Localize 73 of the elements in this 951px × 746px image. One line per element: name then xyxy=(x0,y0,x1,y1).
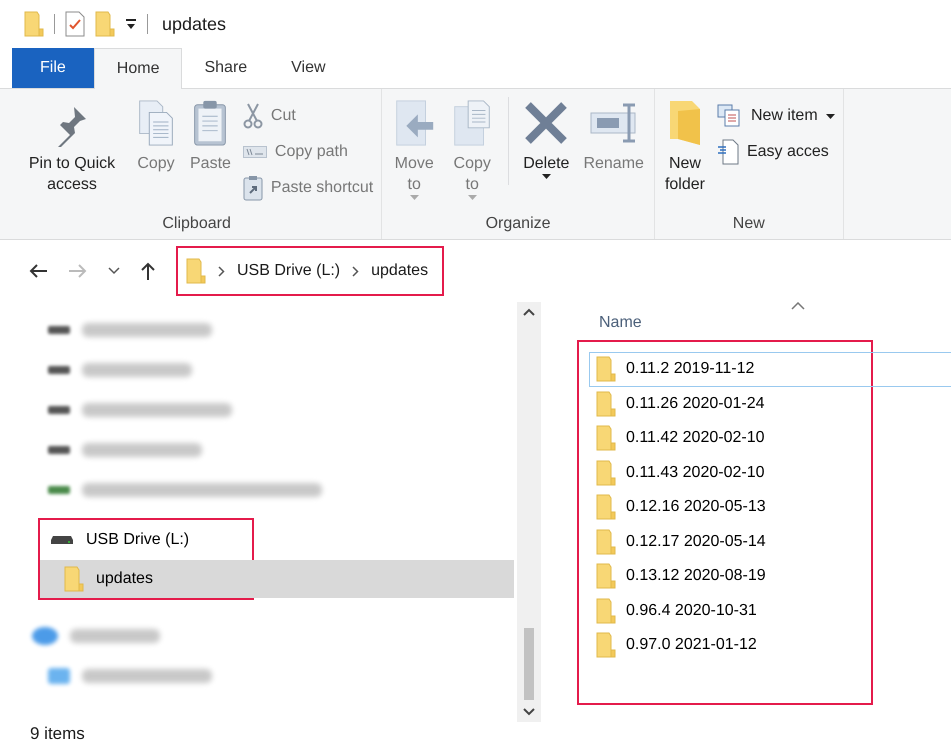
recent-locations-button[interactable] xyxy=(108,267,120,275)
folder-icon xyxy=(596,460,616,486)
chevron-icon xyxy=(352,266,360,276)
address-bar[interactable]: USB Drive (L:) updates xyxy=(176,246,444,296)
dropdown-caret-icon xyxy=(826,114,835,118)
scrollbar[interactable] xyxy=(517,302,541,722)
window-title: updates xyxy=(162,14,226,34)
dropdown-caret-icon xyxy=(410,195,419,200)
group-label: Clipboard xyxy=(161,215,232,234)
file-row[interactable]: 0.11.42 2020-02-10 xyxy=(589,421,861,456)
scroll-thumb[interactable] xyxy=(524,628,534,700)
dropdown-icon[interactable] xyxy=(125,18,137,30)
file-row[interactable]: 0.12.16 2020-05-13 xyxy=(589,490,861,524)
nav-item[interactable]: updates xyxy=(40,560,514,598)
ribbon-button[interactable]: New item xyxy=(714,101,837,131)
folder-icon xyxy=(596,632,616,658)
folder-icon xyxy=(24,11,44,37)
file-row[interactable]: 0.11.43 2020-02-10 xyxy=(589,456,861,490)
copy-icon xyxy=(136,99,176,147)
ribbon-button[interactable]: Delete xyxy=(519,97,574,215)
network-drive-icon xyxy=(48,486,70,494)
clipboard-icon xyxy=(192,99,228,147)
chevron-icon xyxy=(218,266,225,276)
ribbon-button[interactable]: New folder xyxy=(660,97,709,215)
properties-icon[interactable] xyxy=(65,11,85,37)
ribbon-tab[interactable]: Share xyxy=(182,48,270,88)
nav-item[interactable]: USB Drive (L:) xyxy=(40,520,252,560)
scissors-icon xyxy=(242,103,263,129)
network-icon xyxy=(32,627,58,645)
breadcrumb[interactable]: USB Drive (L:) xyxy=(237,262,340,280)
folder-icon xyxy=(596,598,616,624)
folder-icon xyxy=(596,390,616,417)
paste-shortcut-icon xyxy=(242,175,263,201)
folder-icon xyxy=(596,563,616,590)
new-folder-icon xyxy=(95,11,115,37)
ribbon-button[interactable]: Easy acces xyxy=(714,137,837,167)
drive-icon xyxy=(50,535,74,545)
dropdown-caret-icon xyxy=(468,195,477,200)
file-row[interactable]: 0.96.4 2020-10-31 xyxy=(589,594,861,628)
group-label: Organize xyxy=(484,215,552,234)
scroll-down-icon[interactable] xyxy=(523,708,535,716)
file-row[interactable]: 0.13.12 2020-08-19 xyxy=(589,559,861,594)
folder-icon xyxy=(186,258,206,284)
drive-icon xyxy=(48,326,70,334)
group-label: New xyxy=(732,215,766,234)
easy-access-icon xyxy=(716,139,739,165)
back-button[interactable] xyxy=(28,263,48,279)
item-count: 9 items xyxy=(29,723,86,745)
file-row[interactable]: 0.11.2 2019-11-12 xyxy=(589,352,951,386)
scroll-up-icon[interactable] xyxy=(523,308,535,316)
folder-icon xyxy=(596,528,616,555)
folder-icon xyxy=(596,494,616,520)
copy-path-icon xyxy=(242,146,267,158)
folder-icon xyxy=(596,425,616,452)
drive-icon xyxy=(48,446,70,454)
sort-ascending-icon xyxy=(791,302,805,310)
folder-icon xyxy=(596,356,616,382)
file-row[interactable]: 0.12.17 2020-05-14 xyxy=(589,524,861,559)
up-button[interactable] xyxy=(140,261,156,281)
file-row[interactable]: 0.97.0 2021-01-12 xyxy=(589,628,861,662)
folder-icon xyxy=(64,566,84,592)
drive-icon xyxy=(48,406,70,414)
breadcrumb[interactable]: updates xyxy=(371,262,428,280)
ribbon-button[interactable]: Pin to Quick access xyxy=(18,97,126,215)
ribbon-tab[interactable]: View xyxy=(269,48,348,88)
ribbon-tab[interactable]: Home xyxy=(94,48,182,89)
dropdown-caret-icon xyxy=(542,174,551,179)
drive-icon xyxy=(48,366,70,374)
file-menu-tab[interactable]: File xyxy=(12,48,94,88)
computer-icon xyxy=(48,668,70,684)
file-row[interactable]: 0.11.26 2020-01-24 xyxy=(589,386,861,421)
folder-icon xyxy=(668,99,702,147)
column-header[interactable]: Name xyxy=(577,302,642,340)
